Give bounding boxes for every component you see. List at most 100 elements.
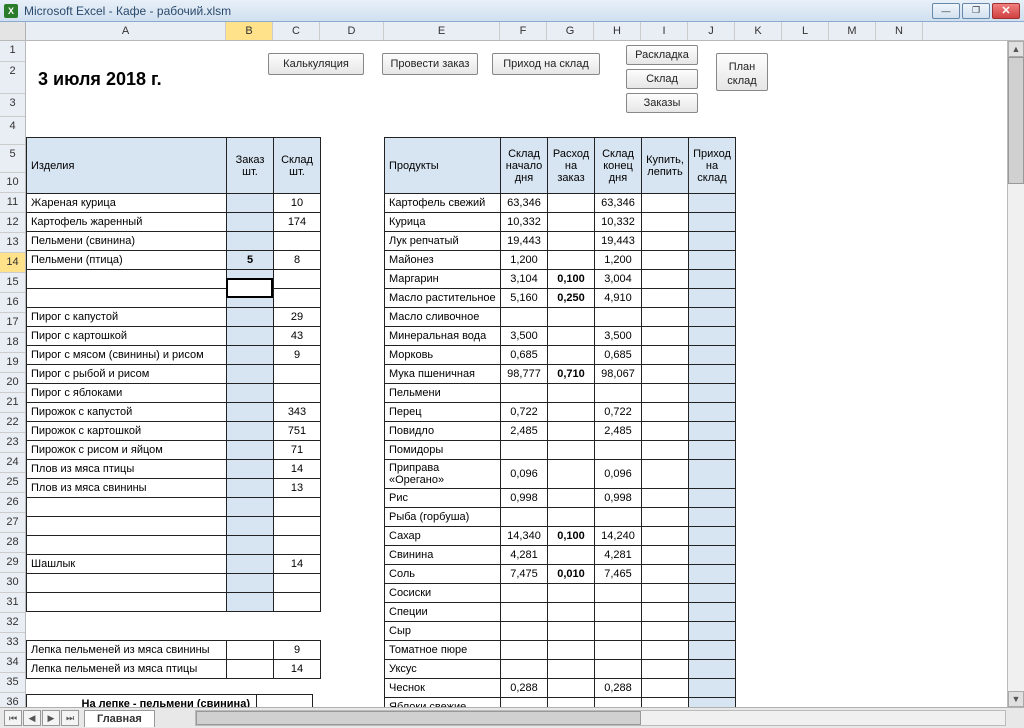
column-header-H[interactable]: H <box>594 22 641 40</box>
table-row[interactable]: Чеснок0,2880,288 <box>385 679 736 698</box>
item-order-cell[interactable] <box>227 308 274 327</box>
arrival-cell[interactable] <box>689 660 736 679</box>
arrival-cell[interactable] <box>689 213 736 232</box>
ingredient-name-cell[interactable]: Сыр <box>385 622 501 641</box>
start-cell[interactable] <box>501 641 548 660</box>
item-stock-cell[interactable] <box>274 384 321 403</box>
column-header-D[interactable]: D <box>320 22 384 40</box>
lepka-blank-cell[interactable] <box>227 641 274 660</box>
ingredient-name-cell[interactable]: Специи <box>385 603 501 622</box>
buy-cell[interactable] <box>642 527 689 546</box>
arrival-cell[interactable] <box>689 527 736 546</box>
end-cell[interactable]: 10,332 <box>595 213 642 232</box>
buy-cell[interactable] <box>642 584 689 603</box>
end-cell[interactable]: 63,346 <box>595 194 642 213</box>
item-name-cell[interactable]: Пирог с мясом (свинины) и рисом <box>27 346 227 365</box>
row-header-16[interactable]: 16 <box>0 293 25 313</box>
usage-cell[interactable]: 0,250 <box>548 289 595 308</box>
item-order-cell[interactable]: 5 <box>227 251 274 270</box>
item-name-cell[interactable]: Пельмени (птица) <box>27 251 227 270</box>
start-cell[interactable]: 2,485 <box>501 422 548 441</box>
end-cell[interactable]: 4,281 <box>595 546 642 565</box>
buy-cell[interactable] <box>642 641 689 660</box>
ingredient-name-cell[interactable]: Яблоки свежие <box>385 698 501 708</box>
item-order-cell[interactable] <box>227 422 274 441</box>
usage-cell[interactable] <box>548 327 595 346</box>
table-row[interactable]: Картофель свежий63,34663,346 <box>385 194 736 213</box>
arrival-cell[interactable] <box>689 346 736 365</box>
buy-cell[interactable] <box>642 441 689 460</box>
item-name-cell[interactable] <box>27 536 227 555</box>
start-cell[interactable]: 3,104 <box>501 270 548 289</box>
arrival-cell[interactable] <box>689 289 736 308</box>
row-header-13[interactable]: 13 <box>0 233 25 253</box>
usage-cell[interactable] <box>548 546 595 565</box>
item-order-cell[interactable] <box>227 574 274 593</box>
row-header-14[interactable]: 14 <box>0 253 25 273</box>
row-header-18[interactable]: 18 <box>0 333 25 353</box>
select-all-corner[interactable] <box>0 22 26 40</box>
item-stock-cell[interactable]: 343 <box>274 403 321 422</box>
order-button[interactable]: Провести заказ <box>382 53 478 75</box>
usage-cell[interactable] <box>548 422 595 441</box>
ingredient-name-cell[interactable]: Маргарин <box>385 270 501 289</box>
products-left-table[interactable]: Изделия Заказ шт. Склад шт. Жареная кури… <box>26 137 321 612</box>
buy-cell[interactable] <box>642 679 689 698</box>
usage-cell[interactable]: 0,100 <box>548 270 595 289</box>
row-header-23[interactable]: 23 <box>0 433 25 453</box>
table-row[interactable]: На лепке - пельмени (свинина) <box>27 695 313 708</box>
usage-cell[interactable]: 0,100 <box>548 527 595 546</box>
table-row[interactable]: Пирожок с рисом и яйцом71 <box>27 441 321 460</box>
ingredient-name-cell[interactable]: Мука пшеничная <box>385 365 501 384</box>
arrival-cell[interactable] <box>689 679 736 698</box>
summary-value-cell[interactable] <box>257 695 313 708</box>
table-row[interactable]: Сосиски <box>385 584 736 603</box>
start-cell[interactable]: 5,160 <box>501 289 548 308</box>
arrival-button[interactable]: Приход на склад <box>492 53 600 75</box>
column-header-I[interactable]: I <box>641 22 688 40</box>
end-cell[interactable]: 14,240 <box>595 527 642 546</box>
ingredient-name-cell[interactable]: Помидоры <box>385 441 501 460</box>
arrival-cell[interactable] <box>689 584 736 603</box>
end-cell[interactable]: 0,096 <box>595 460 642 489</box>
buy-cell[interactable] <box>642 460 689 489</box>
table-row[interactable]: Плов из мяса птицы14 <box>27 460 321 479</box>
column-header-J[interactable]: J <box>688 22 735 40</box>
end-cell[interactable] <box>595 384 642 403</box>
ingredient-name-cell[interactable]: Сосиски <box>385 584 501 603</box>
ingredients-table[interactable]: Продукты Склад начало дня Расход на зака… <box>384 137 736 707</box>
item-order-cell[interactable] <box>227 365 274 384</box>
row-header-22[interactable]: 22 <box>0 413 25 433</box>
worksheet[interactable]: 3 июля 2018 г. Калькуляция Провести зака… <box>26 41 1024 707</box>
item-order-cell[interactable] <box>227 593 274 612</box>
item-stock-cell[interactable]: 9 <box>274 346 321 365</box>
arrival-cell[interactable] <box>689 403 736 422</box>
item-order-cell[interactable] <box>227 289 274 308</box>
lepka-blank-cell[interactable] <box>227 660 274 679</box>
minimize-button[interactable]: — <box>932 3 960 19</box>
end-cell[interactable]: 3,500 <box>595 327 642 346</box>
item-name-cell[interactable] <box>27 270 227 289</box>
table-row[interactable] <box>27 517 321 536</box>
item-stock-cell[interactable] <box>274 270 321 289</box>
arrival-cell[interactable] <box>689 422 736 441</box>
ingredient-name-cell[interactable]: Чеснок <box>385 679 501 698</box>
table-row[interactable]: Масло растительное5,1600,2504,910 <box>385 289 736 308</box>
item-order-cell[interactable] <box>227 441 274 460</box>
item-stock-cell[interactable] <box>274 593 321 612</box>
table-row[interactable]: Яблоки свежие <box>385 698 736 708</box>
row-header-15[interactable]: 15 <box>0 273 25 293</box>
buy-cell[interactable] <box>642 384 689 403</box>
orders-button[interactable]: Заказы <box>626 93 698 113</box>
usage-cell[interactable] <box>548 232 595 251</box>
hscroll-thumb[interactable] <box>196 711 641 725</box>
item-order-cell[interactable] <box>227 555 274 574</box>
arrival-cell[interactable] <box>689 441 736 460</box>
end-cell[interactable] <box>595 698 642 708</box>
ingredient-name-cell[interactable]: Курица <box>385 213 501 232</box>
item-stock-cell[interactable]: 43 <box>274 327 321 346</box>
table-row[interactable]: Мука пшеничная98,7770,71098,067 <box>385 365 736 384</box>
start-cell[interactable] <box>501 660 548 679</box>
end-cell[interactable] <box>595 641 642 660</box>
usage-cell[interactable] <box>548 679 595 698</box>
